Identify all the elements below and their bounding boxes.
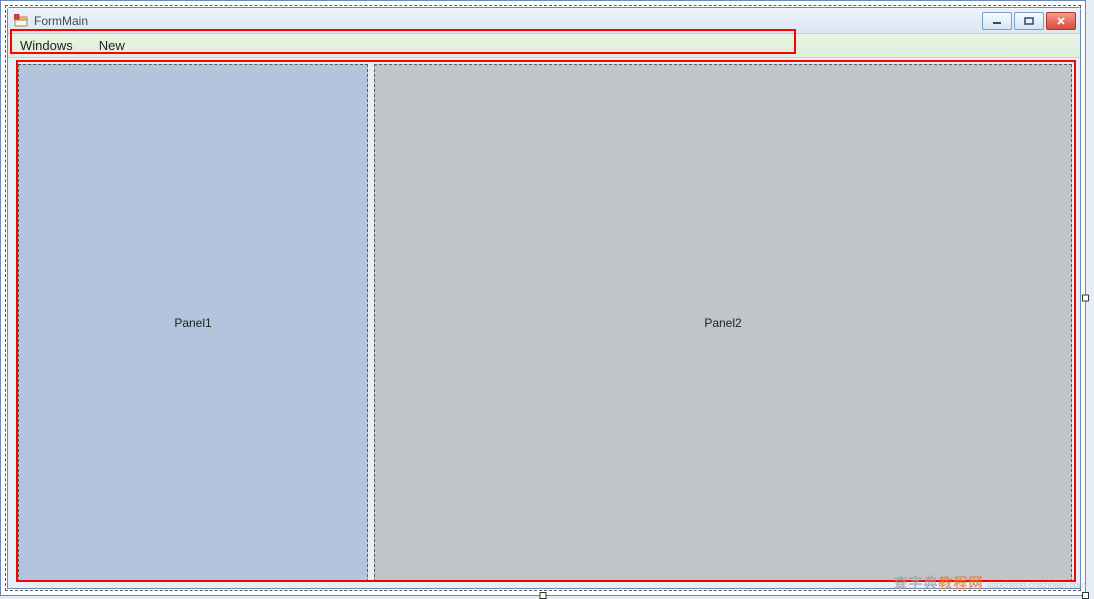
panel1-label: Panel1 [174, 316, 211, 330]
menu-item-windows[interactable]: Windows [16, 36, 77, 55]
resize-handle-corner[interactable] [1082, 592, 1089, 599]
split-container: Panel1 Panel2 [18, 64, 1072, 582]
designer-viewport: FormMain Wi [0, 0, 1094, 599]
menustrip: Windows New [8, 34, 1080, 58]
split-panel-1[interactable]: Panel1 [18, 64, 368, 582]
panel2-label: Panel2 [704, 316, 741, 330]
maximize-button[interactable] [1014, 12, 1044, 30]
form-window: FormMain Wi [7, 7, 1081, 589]
minimize-button[interactable] [982, 12, 1012, 30]
designer-frame: FormMain Wi [0, 0, 1086, 596]
resize-handle-right[interactable] [1082, 295, 1089, 302]
titlebar[interactable]: FormMain [8, 8, 1080, 34]
menu-item-new[interactable]: New [95, 36, 129, 55]
split-panel-2[interactable]: Panel2 [374, 64, 1072, 582]
window-buttons [982, 12, 1076, 30]
window-title: FormMain [34, 14, 88, 28]
resize-handle-bottom[interactable] [540, 592, 547, 599]
app-icon [14, 14, 28, 28]
close-button[interactable] [1046, 12, 1076, 30]
